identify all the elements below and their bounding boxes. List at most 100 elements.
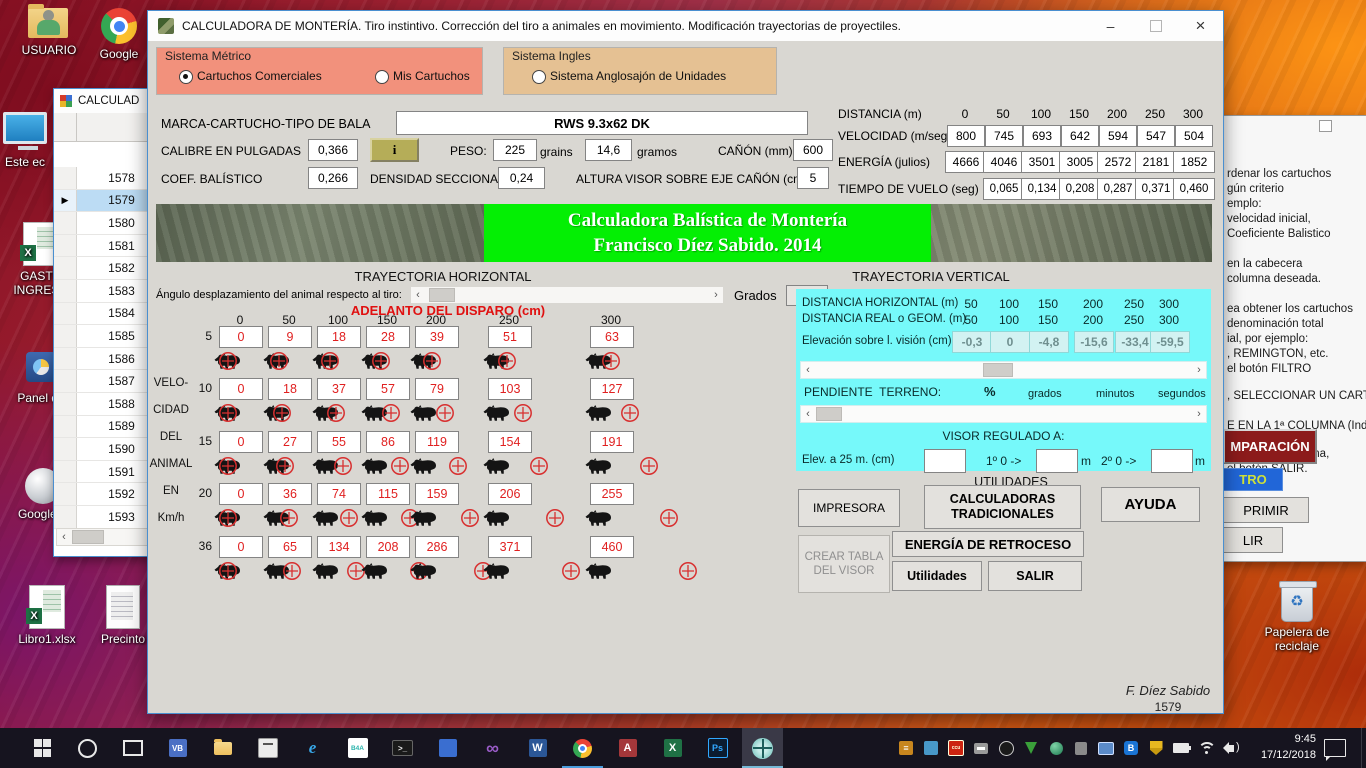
taskbar-app-excel[interactable]: X bbox=[652, 728, 693, 768]
close-button[interactable]: × bbox=[1178, 11, 1223, 41]
taskbar-app-word[interactable]: W bbox=[517, 728, 558, 768]
desktop-icon-usuario[interactable]: USUARIO bbox=[10, 8, 88, 57]
salir-button[interactable]: SALIR bbox=[988, 561, 1082, 591]
cartridge-label: MARCA-CARTUCHO-TIPO DE BALA bbox=[161, 117, 371, 131]
info-button[interactable]: i bbox=[370, 138, 419, 162]
desktop-icon-libro[interactable]: Libro1.xlsx bbox=[8, 585, 86, 646]
utilidades-button[interactable]: Utilidades bbox=[892, 561, 982, 591]
taskbar-app-delphi[interactable] bbox=[427, 728, 468, 768]
densidad-input[interactable]: 0,24 bbox=[498, 167, 545, 189]
caliber-input[interactable]: 0,366 bbox=[308, 139, 358, 161]
angle-scrollbar[interactable]: ‹ › bbox=[410, 286, 724, 304]
maximize-button[interactable] bbox=[1133, 11, 1178, 41]
slope-scrollbar[interactable]: ‹ › bbox=[800, 405, 1207, 423]
taskbar-app-access[interactable]: A bbox=[607, 728, 648, 768]
elevation-scrollbar[interactable]: ‹ › bbox=[800, 361, 1207, 379]
first-zero-input[interactable] bbox=[1036, 449, 1078, 473]
tray-usb-icon[interactable] bbox=[1073, 740, 1089, 756]
scrollbar-thumb[interactable] bbox=[816, 407, 842, 421]
taskbar-app-cortana[interactable] bbox=[67, 728, 108, 768]
scroll-left-icon[interactable]: ‹ bbox=[57, 529, 71, 545]
scrollbar-thumb[interactable] bbox=[72, 530, 104, 544]
cartridge-input[interactable]: RWS 9.3x62 DK bbox=[396, 111, 808, 135]
calculadoras-button[interactable]: CALCULADORAS TRADICIONALES bbox=[924, 485, 1081, 529]
taskbar-app-photoshop[interactable]: Ps bbox=[697, 728, 738, 768]
tray-media-icon[interactable] bbox=[923, 740, 939, 756]
tray-creative-cloud-icon[interactable] bbox=[998, 740, 1014, 756]
tray-power-icon[interactable] bbox=[1173, 740, 1189, 756]
impresora-button[interactable]: IMPRESORA bbox=[798, 489, 900, 527]
scrollbar-thumb[interactable] bbox=[983, 363, 1013, 377]
tray-defender-icon[interactable] bbox=[1148, 740, 1164, 756]
dh-value: 50 bbox=[951, 297, 991, 311]
radio-label[interactable]: Sistema Anglosajón de Unidades bbox=[550, 69, 726, 83]
lead-value: 65 bbox=[268, 536, 312, 558]
salir-help-button[interactable]: LIR bbox=[1223, 527, 1283, 553]
grid-horizontal-scrollbar[interactable]: ‹ bbox=[56, 528, 158, 546]
taskbar-app-internet-explorer[interactable]: e bbox=[292, 728, 333, 768]
speed-row-label: 15 bbox=[188, 434, 212, 448]
taskbar-app-calculator[interactable] bbox=[247, 728, 288, 768]
help-text-line: emplo: bbox=[1227, 198, 1262, 210]
taskbar-app-b4a[interactable]: B4A bbox=[337, 728, 378, 768]
scroll-right-icon[interactable]: › bbox=[1192, 362, 1206, 378]
canon-input[interactable]: 600 bbox=[793, 139, 833, 161]
horizontal-section-title: TRAYECTORIA HORIZONTAL bbox=[298, 269, 588, 284]
tray-book-icon[interactable]: ≡ bbox=[898, 740, 914, 756]
cartridge-help-window[interactable]: rdenar los cartuchosgún criterioemplo:ve… bbox=[1222, 115, 1366, 562]
taskbar-app-chrome[interactable] bbox=[562, 728, 603, 768]
tray-bluetooth-icon[interactable]: B bbox=[1123, 740, 1139, 756]
grados-unit-label: grados bbox=[1028, 388, 1062, 400]
grains-input[interactable]: 225 bbox=[493, 139, 537, 161]
taskbar-app-start[interactable] bbox=[22, 728, 63, 768]
tray-globe-icon[interactable] bbox=[1048, 740, 1064, 756]
altura-input[interactable]: 5 bbox=[797, 167, 829, 189]
radio-label[interactable]: Cartuchos Comerciales bbox=[197, 69, 322, 83]
crosshair-icon bbox=[528, 455, 550, 477]
taskbar-clock[interactable]: 9:45 17/12/2018 bbox=[1238, 731, 1316, 765]
scroll-left-icon[interactable]: ‹ bbox=[801, 406, 815, 422]
show-desktop-button[interactable] bbox=[1361, 728, 1366, 768]
tray-printer-icon[interactable] bbox=[973, 740, 989, 756]
lead-value: 37 bbox=[317, 378, 361, 400]
coef-input[interactable]: 0,266 bbox=[308, 167, 358, 189]
scrollbar-thumb[interactable] bbox=[429, 288, 455, 302]
tray-volume-icon[interactable] bbox=[1223, 740, 1239, 756]
imprimir-button[interactable]: PRIMIR bbox=[1223, 497, 1309, 523]
taskbar-app-command-prompt[interactable]: >_ bbox=[382, 728, 423, 768]
elev25-input[interactable] bbox=[924, 449, 966, 473]
app-banner: Calculadora Balística de Montería Franci… bbox=[484, 204, 931, 262]
main-titlebar[interactable]: CALCULADORA DE MONTERÍA. Tiro instintivo… bbox=[148, 11, 1223, 41]
boar-icon bbox=[482, 457, 512, 477]
scroll-left-icon[interactable]: ‹ bbox=[801, 362, 815, 378]
radio-cartuchos-comerciales[interactable] bbox=[179, 70, 193, 84]
scroll-left-icon[interactable]: ‹ bbox=[411, 287, 425, 303]
comparacion-button[interactable]: MPARACIÓN bbox=[1223, 429, 1317, 464]
minimize-button[interactable]: – bbox=[1088, 11, 1133, 41]
taskbar-app-visual-studio[interactable]: ∞ bbox=[472, 728, 513, 768]
radio-label[interactable]: Mis Cartuchos bbox=[393, 69, 470, 83]
radio-mis-cartuchos[interactable] bbox=[375, 70, 389, 84]
scroll-right-icon[interactable]: › bbox=[1192, 406, 1206, 422]
filtro-button[interactable]: TRO bbox=[1223, 468, 1283, 491]
taskbar-app-ballistic-calculator[interactable] bbox=[742, 728, 783, 768]
tray-display-icon[interactable] bbox=[1098, 740, 1114, 756]
action-center-icon[interactable] bbox=[1324, 739, 1346, 757]
radio-anglosajon[interactable] bbox=[532, 70, 546, 84]
second-zero-input[interactable] bbox=[1151, 449, 1193, 473]
desktop-icon-recycle-bin[interactable]: Papelera de reciclaje bbox=[1258, 584, 1336, 653]
tray-ccu-icon[interactable]: ccu bbox=[948, 740, 964, 756]
scroll-right-icon[interactable]: › bbox=[709, 287, 723, 303]
energia-button[interactable]: ENERGÍA DE RETROCESO bbox=[892, 531, 1084, 557]
tray-download-icon[interactable] bbox=[1023, 740, 1039, 756]
boar-icon bbox=[584, 562, 614, 582]
taskbar-app-file-explorer[interactable] bbox=[202, 728, 243, 768]
desktop-icon-google[interactable]: Google bbox=[84, 8, 154, 61]
ayuda-button[interactable]: AYUDA bbox=[1101, 487, 1200, 522]
grams-input[interactable]: 14,6 bbox=[585, 139, 632, 161]
desktop-icon-label: Google bbox=[100, 47, 139, 61]
taskbar-app-task-view[interactable] bbox=[112, 728, 153, 768]
taskbar-app-visual-basic[interactable]: VB bbox=[157, 728, 198, 768]
crear-tabla-button[interactable]: CREAR TABLA DEL VISOR bbox=[798, 535, 890, 593]
tray-wifi-icon[interactable] bbox=[1198, 740, 1214, 756]
